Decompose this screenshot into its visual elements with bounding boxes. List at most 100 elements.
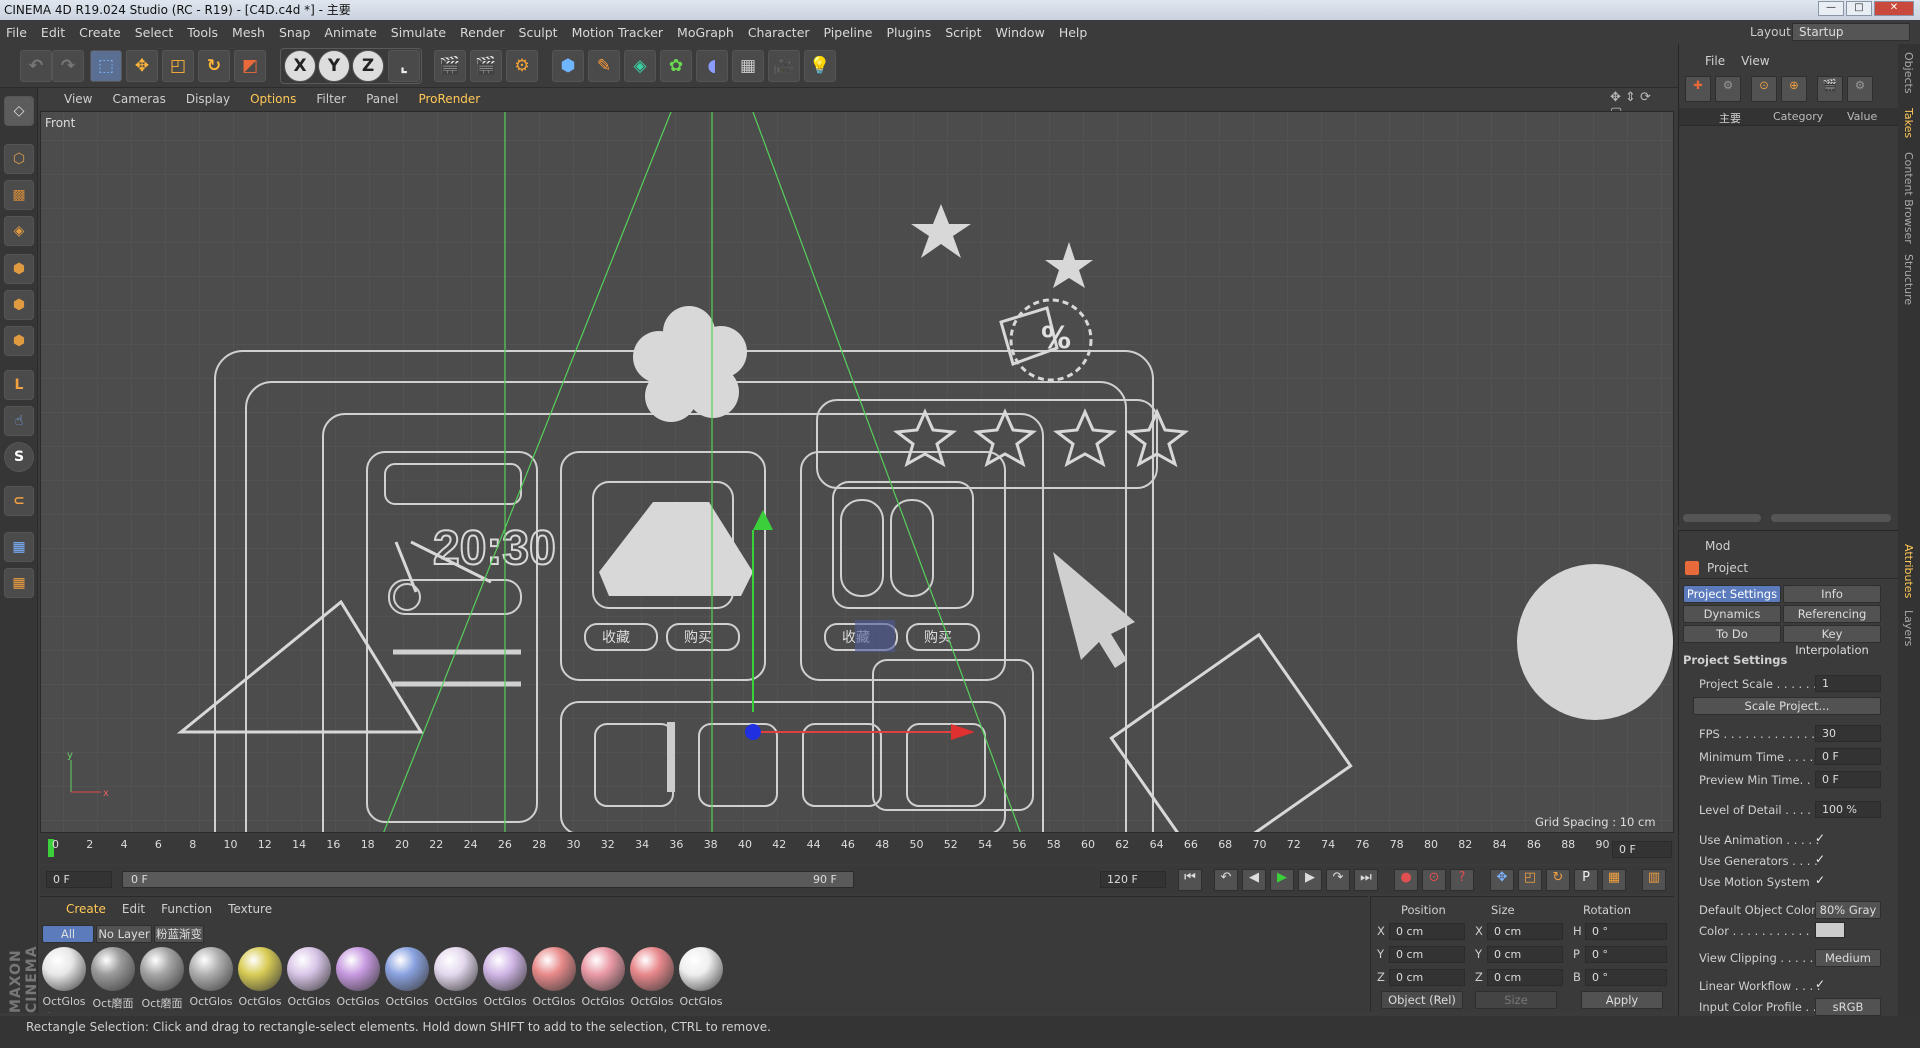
render-picture-viewer-icon[interactable]: 🎬 — [470, 50, 502, 82]
use-motion-checkbox[interactable]: ✓ — [1815, 873, 1825, 887]
light-icon[interactable]: 💡 — [804, 50, 836, 82]
take-root-label[interactable]: 主要 — [1719, 110, 1741, 126]
tab-project-settings[interactable]: Project Settings — [1683, 585, 1781, 603]
menu-edit[interactable]: Edit — [41, 25, 65, 40]
key-parameter-icon[interactable]: P — [1574, 869, 1598, 891]
take-scrollbar-left[interactable] — [1683, 514, 1761, 522]
previous-frame-icon[interactable]: ◀ — [1242, 869, 1266, 891]
material-menu-function[interactable]: Function — [161, 902, 212, 916]
cube-primitive-icon[interactable]: ⬢ — [552, 50, 584, 82]
axis-mode-icon[interactable]: L — [4, 370, 34, 400]
lod-field[interactable]: 100 % — [1815, 801, 1881, 818]
model-mode-icon[interactable]: ⬡ — [4, 144, 34, 174]
menu-window[interactable]: Window — [996, 25, 1045, 40]
material-thumbnail[interactable] — [630, 947, 674, 991]
key-scale-icon[interactable]: ◰ — [1518, 869, 1542, 891]
attr-mode-menu[interactable]: Mod — [1705, 539, 1730, 553]
coord-size-field[interactable]: 0 cm — [1487, 946, 1563, 963]
material-menu-edit[interactable]: Edit — [122, 902, 145, 916]
tab-key-interpolation[interactable]: Key Interpolation — [1783, 625, 1881, 657]
side-tab-layers[interactable]: Layers — [1902, 610, 1915, 646]
viewport-front[interactable]: 20:30 收藏 购买 收藏 购买 % y x Front Grid Spaci… — [40, 111, 1674, 833]
material-thumbnail[interactable] — [189, 947, 233, 991]
menu-select[interactable]: Select — [135, 25, 174, 40]
material-thumbnail[interactable] — [287, 947, 331, 991]
viewport-menu-prorender[interactable]: ProRender — [418, 92, 480, 106]
material-thumbnail[interactable] — [140, 947, 184, 991]
side-tab-content-browser[interactable]: Content Browser — [1902, 152, 1915, 244]
tweak-mode-icon[interactable]: ☝ — [4, 406, 34, 436]
menu-animate[interactable]: Animate — [324, 25, 376, 40]
subdivision-generator-icon[interactable]: ◈ — [624, 50, 656, 82]
key-position-icon[interactable]: ✥ — [1490, 869, 1514, 891]
menu-tools[interactable]: Tools — [187, 25, 218, 40]
viewport-menu-cameras[interactable]: Cameras — [112, 92, 165, 106]
menu-sculpt[interactable]: Sculpt — [519, 25, 558, 40]
material-thumbnail[interactable] — [581, 947, 625, 991]
record-active-icon[interactable]: ● — [1394, 869, 1418, 891]
viewport-menu-view[interactable]: View — [64, 92, 92, 106]
tab-referencing[interactable]: Referencing — [1783, 605, 1881, 623]
current-frame-field[interactable]: 0 F — [1612, 841, 1672, 858]
timeline-ruler[interactable]: 0 2 4 6 8 10 12 14 16 18 20 22 24 26 28 30 32 34 36 38 40 42 4… — [40, 836, 1674, 864]
scale-project-button[interactable]: Scale Project... — [1693, 697, 1881, 715]
coord-rotation-field[interactable]: 0 ° — [1585, 969, 1667, 986]
menu-simulate[interactable]: Simulate — [391, 25, 446, 40]
coord-rotation-field[interactable]: 0 ° — [1585, 923, 1667, 940]
workplane-mode-icon[interactable]: ◈ — [4, 216, 34, 246]
take-record-icon[interactable]: ⊙ — [1751, 76, 1777, 102]
new-take-icon[interactable]: ✚ — [1685, 76, 1711, 102]
min-time-field[interactable]: 0 F — [1815, 748, 1881, 765]
menu-render[interactable]: Render — [460, 25, 505, 40]
project-scale-field[interactable]: 1 — [1815, 675, 1881, 692]
menu-help[interactable]: Help — [1059, 25, 1088, 40]
play-icon[interactable]: ▶ — [1270, 869, 1294, 891]
timeline-window-icon[interactable]: ▥ — [1642, 869, 1666, 891]
input-color-dropdown[interactable]: sRGB — [1815, 998, 1881, 1016]
menu-snap[interactable]: Snap — [279, 25, 310, 40]
move-tool-icon[interactable]: ✥ — [126, 50, 158, 82]
next-frame-icon[interactable]: ▶ — [1298, 869, 1322, 891]
viewport-menu-filter[interactable]: Filter — [316, 92, 346, 106]
material-thumbnail[interactable] — [679, 947, 723, 991]
end-frame-field[interactable]: 120 F — [1100, 871, 1166, 888]
close-button[interactable]: ✕ — [1874, 1, 1914, 16]
view-clipping-dropdown[interactable]: Medium — [1815, 949, 1881, 967]
preview-min-field[interactable]: 0 F — [1815, 771, 1881, 788]
menu-mesh[interactable]: Mesh — [232, 25, 265, 40]
material-thumbnail[interactable] — [91, 947, 135, 991]
material-thumbnail[interactable] — [42, 947, 86, 991]
menu-script[interactable]: Script — [945, 25, 981, 40]
menu-create[interactable]: Create — [79, 25, 121, 40]
coord-position-field[interactable]: 0 cm — [1389, 923, 1465, 940]
previous-key-icon[interactable]: ↶ — [1214, 869, 1238, 891]
linear-workflow-checkbox[interactable]: ✓ — [1815, 977, 1825, 991]
coord-size-dropdown[interactable]: Size — [1475, 991, 1557, 1009]
z-axis-lock-button[interactable]: Z — [352, 50, 384, 82]
viewport-menu-panel[interactable]: Panel — [366, 92, 398, 106]
redo-button[interactable]: ↷ — [52, 50, 84, 82]
material-tab-all[interactable]: All — [42, 925, 94, 943]
pen-spline-icon[interactable]: ✎ — [588, 50, 620, 82]
side-tab-structure[interactable]: Structure — [1902, 254, 1915, 305]
tab-to-do[interactable]: To Do — [1683, 625, 1781, 643]
side-tab-attributes[interactable]: Attributes — [1902, 544, 1915, 598]
take-scrollbar-right[interactable] — [1771, 514, 1891, 522]
make-editable-icon[interactable]: ◇ — [4, 96, 34, 126]
material-thumbnail[interactable] — [434, 947, 478, 991]
material-thumbnail[interactable] — [483, 947, 527, 991]
menu-pipeline[interactable]: Pipeline — [824, 25, 873, 40]
material-thumbnail[interactable] — [532, 947, 576, 991]
x-axis-lock-button[interactable]: X — [284, 50, 316, 82]
coord-apply-button[interactable]: Apply — [1581, 991, 1663, 1009]
material-thumbnail[interactable] — [336, 947, 380, 991]
material-menu-texture[interactable]: Texture — [228, 902, 272, 916]
menu-plugins[interactable]: Plugins — [886, 25, 931, 40]
menu-mograph[interactable]: MoGraph — [677, 25, 734, 40]
render-view-icon[interactable]: 🎬 — [434, 50, 466, 82]
mograph-cloner-icon[interactable]: ✿ — [660, 50, 692, 82]
take-group-icon[interactable]: ⊕ — [1781, 76, 1807, 102]
use-animation-checkbox[interactable]: ✓ — [1815, 831, 1825, 845]
last-tool-icon[interactable]: ◩ — [234, 50, 266, 82]
coord-size-field[interactable]: 0 cm — [1487, 923, 1563, 940]
